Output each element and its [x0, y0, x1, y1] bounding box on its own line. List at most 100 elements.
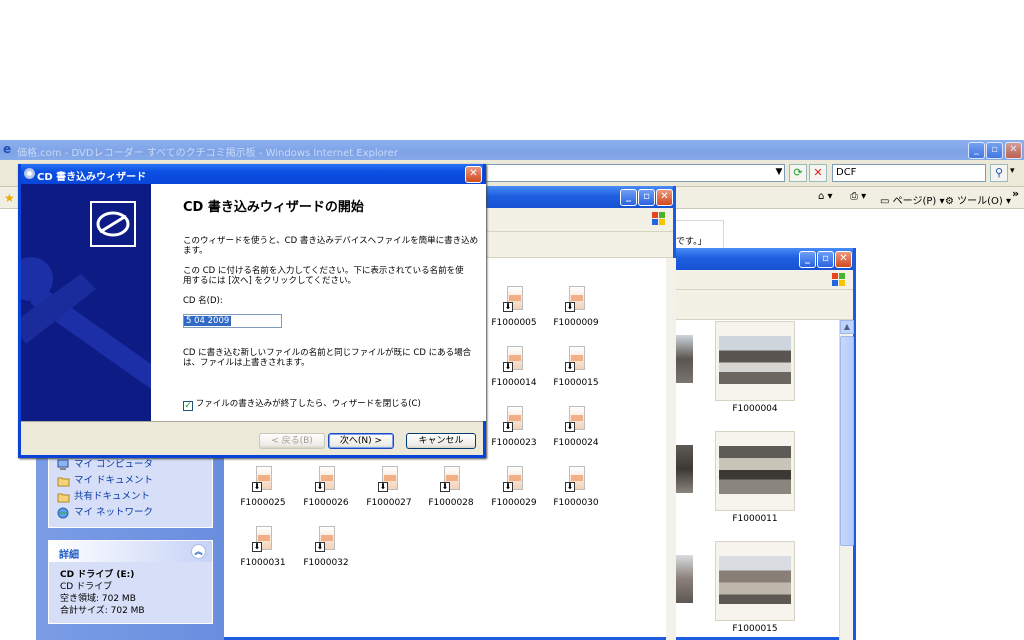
file-item[interactable]: ⬇ F1000023 [483, 406, 545, 466]
thumbnail-label: F1000015 [732, 624, 778, 634]
refresh-icon[interactable]: ⟳ [789, 164, 807, 182]
free-space: 空き領域: 702 MB [60, 594, 136, 604]
file-item[interactable]: ⬇ F1000005 [483, 286, 545, 346]
link-shared-documents[interactable]: 共有ドキュメント [49, 489, 212, 505]
more-commands-button[interactable]: » [1012, 187, 1019, 200]
cancel-button[interactable]: キャンセル [406, 433, 476, 449]
close-button[interactable]: ✕ [656, 189, 673, 206]
address-dropdown-icon[interactable]: ▼ [770, 164, 788, 182]
favorites-star-icon[interactable]: ★ [4, 191, 15, 205]
file-label: F1000023 [491, 438, 537, 448]
file-item[interactable]: ⬇ F1000028 [420, 466, 482, 526]
intro-text-line1: このウィザードを使うと、CD 書き込みデバイスへファイルを簡単に書き込め [183, 236, 479, 246]
minimize-button[interactable]: _ [799, 251, 816, 268]
link-my-computer[interactable]: マイ コンピュータ [49, 457, 212, 473]
link-my-network[interactable]: マイ ネットワーク [49, 505, 212, 521]
task-pane: マイ コンピュータ マイ ドキュメント 共有ドキュメント マイ ネットワーク 詳… [36, 440, 224, 640]
file-label: F1000026 [303, 498, 349, 508]
thumbnail-window-title-bar[interactable]: _ ▫ ✕ [675, 248, 853, 270]
gear-icon: ⚙ [945, 196, 954, 207]
shortcut-arrow-icon: ⬇ [315, 542, 325, 552]
search-options-icon[interactable]: ▾ [1010, 166, 1015, 176]
search-input[interactable]: DCF [832, 164, 986, 182]
thumbnail-label: F1000004 [732, 404, 778, 414]
details-header[interactable]: 詳細 ︽ [49, 541, 212, 562]
photo-thumbnail[interactable]: F1000011 [715, 431, 795, 524]
back-button[interactable]: < 戻る(B) [259, 433, 325, 449]
file-item[interactable]: ⬇ F1000024 [545, 406, 607, 466]
file-label: F1000031 [240, 558, 286, 568]
cd-name-value: 5 04 2009 [184, 316, 232, 326]
vertical-scrollbar[interactable]: ▲ [839, 320, 854, 640]
browser-title-bar[interactable]: e 価格.com - DVDレコーダー すべてのクチコミ掲示板 - Window… [0, 140, 1024, 160]
print-icon[interactable]: ⎙ ▾ [850, 191, 866, 202]
home-icon[interactable]: ⌂ ▾ [818, 191, 833, 202]
wizard-title-bar[interactable]: CD 書き込みウィザード ✕ [21, 164, 483, 184]
shortcut-arrow-icon: ⬇ [565, 422, 575, 432]
network-icon [57, 507, 70, 519]
total-size: 合計サイズ: 702 MB [60, 606, 145, 616]
link-label: マイ ドキュメント [74, 475, 154, 486]
file-icon: ⬇ [315, 466, 337, 494]
collapse-chevron-icon[interactable]: ︽ [191, 544, 206, 559]
tools-menu[interactable]: ⚙ ツール(O) ▾ [945, 192, 1011, 207]
file-item[interactable]: ⬇ F1000029 [483, 466, 545, 526]
my-computer-icon [57, 459, 70, 471]
scroll-thumb[interactable] [840, 336, 854, 546]
maximize-button[interactable]: ▫ [638, 189, 655, 206]
close-on-finish-checkbox[interactable]: ✓ ファイルの書き込みが終了したら、ウィザードを閉じる(C) [183, 397, 421, 411]
page-menu[interactable]: ▭ ページ(P) ▾ [880, 192, 944, 207]
name-text-line1: この CD に付ける名前を入力してください。下に表示されている名前を使 [183, 266, 464, 276]
tools-menu-label: ツール(O) [957, 196, 1003, 207]
photo-train-image [719, 556, 791, 604]
close-button[interactable]: ✕ [1005, 142, 1022, 159]
shortcut-arrow-icon: ⬇ [503, 302, 513, 312]
stop-icon[interactable]: ✕ [809, 164, 827, 182]
maximize-button[interactable]: ▫ [986, 142, 1003, 159]
file-item[interactable]: ⬇ F1000030 [545, 466, 607, 526]
file-item[interactable]: ⬇ F1000014 [483, 346, 545, 406]
scroll-up-icon[interactable]: ▲ [840, 320, 854, 334]
file-icon: ⬇ [565, 346, 587, 374]
wizard-close-button[interactable]: ✕ [465, 166, 482, 183]
file-item[interactable]: ⬇ F1000027 [358, 466, 420, 526]
cd-icon [24, 168, 35, 179]
toolbar-row-2 [675, 290, 853, 320]
link-label: 共有ドキュメント [74, 491, 151, 502]
file-item[interactable]: ⬇ F1000009 [545, 286, 607, 346]
maximize-button[interactable]: ▫ [817, 251, 834, 268]
partial-thumbnail [675, 555, 693, 603]
photo-thumbnail[interactable]: F1000004 [715, 321, 795, 414]
search-icon[interactable]: ⚲ [990, 164, 1008, 182]
file-item[interactable]: ⬇ F1000015 [545, 346, 607, 406]
wizard-heading: CD 書き込みウィザードの開始 [183, 200, 364, 215]
thumbnail-explorer-window: _ ▫ ✕ ▲ F1000004 F1000011 F1000015 [672, 248, 856, 640]
file-label: F1000028 [428, 498, 474, 508]
file-item[interactable]: ⬇ F1000031 [232, 526, 294, 586]
next-button[interactable]: 次へ(N) > [328, 433, 394, 449]
close-button[interactable]: ✕ [835, 251, 852, 268]
photo-thumbnail[interactable]: F1000015 [715, 541, 795, 634]
file-item[interactable]: ⬇ F1000032 [295, 526, 357, 586]
file-label: F1000032 [303, 558, 349, 568]
file-icon: ⬇ [565, 406, 587, 434]
page-icon: ▭ [880, 196, 890, 207]
overwrite-text-line1: CD に書き込む新しいファイルの名前と同じファイルが既に CD にある場合 [183, 348, 472, 358]
vertical-scrollbar[interactable] [666, 258, 676, 640]
cd-name-input[interactable]: 5 04 2009 [183, 314, 282, 328]
link-label: マイ ネットワーク [74, 507, 154, 518]
shortcut-arrow-icon: ⬇ [252, 542, 262, 552]
minimize-button[interactable]: _ [968, 142, 985, 159]
file-label: F1000005 [491, 318, 537, 328]
drive-type: CD ドライブ [60, 582, 113, 592]
link-my-documents[interactable]: マイ ドキュメント [49, 473, 212, 489]
file-label: F1000029 [491, 498, 537, 508]
file-label: F1000015 [553, 378, 599, 388]
file-icon: ⬇ [565, 286, 587, 314]
photo-station-image [719, 336, 791, 384]
link-label: マイ コンピュータ [74, 459, 154, 470]
file-item[interactable]: ⬇ F1000025 [232, 466, 294, 526]
file-item[interactable]: ⬇ F1000026 [295, 466, 357, 526]
minimize-button[interactable]: _ [620, 189, 637, 206]
checkbox-check-icon[interactable]: ✓ [183, 401, 193, 411]
